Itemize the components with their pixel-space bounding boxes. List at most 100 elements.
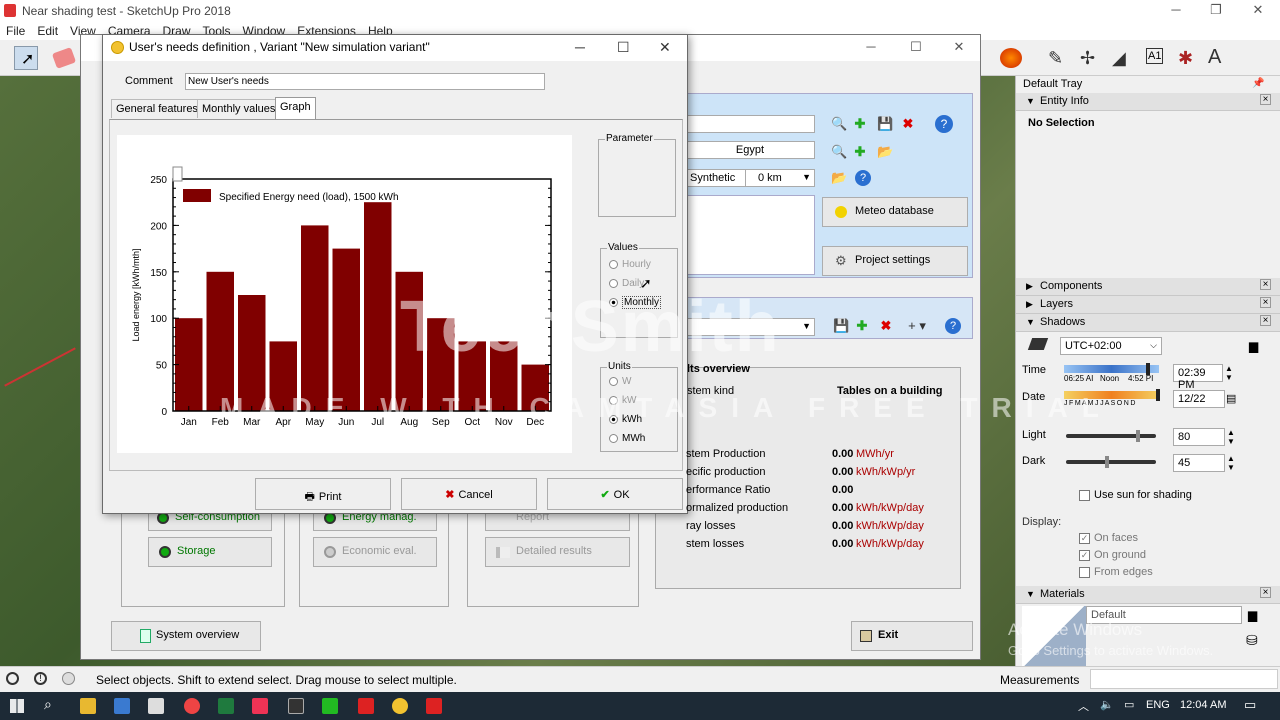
pv-close-button[interactable]: ✕ — [939, 39, 979, 57]
time-spinner[interactable]: ▲ ▼ — [1225, 364, 1233, 382]
economic-eval-button[interactable]: Economic eval. — [313, 537, 437, 567]
pv-minimize-button[interactable]: ─ — [851, 39, 891, 57]
notifications-icon[interactable]: ▭ — [1244, 697, 1256, 713]
app-icon[interactable] — [288, 698, 304, 714]
save-icon[interactable]: 💾 — [877, 117, 893, 131]
dialog-maximize-button[interactable]: ☐ — [617, 39, 630, 56]
restore-button[interactable]: ❐ — [1196, 2, 1236, 20]
dark-slider[interactable] — [1066, 456, 1156, 468]
text-tool-icon[interactable]: A1 — [1146, 48, 1164, 64]
layers-header[interactable]: ▶ Layers × — [1016, 296, 1280, 314]
windows-start-icon[interactable] — [10, 699, 24, 713]
dimension-icon[interactable]: ✢ — [1080, 48, 1095, 69]
detailed-results-button[interactable]: Detailed results — [485, 537, 630, 567]
calendar-icon[interactable]: ▤ — [1226, 392, 1236, 405]
tape-measure-icon[interactable]: ✎ — [1048, 48, 1063, 69]
chrome-icon[interactable] — [184, 698, 200, 714]
cancel-button[interactable]: ✖ Cancel — [401, 478, 537, 510]
timezone-select[interactable]: UTC+02:00 ⌵ — [1060, 337, 1162, 355]
help-icon[interactable]: ? — [935, 115, 953, 133]
project-name-field[interactable] — [685, 115, 815, 133]
storage-button[interactable]: Storage — [148, 537, 272, 567]
dark-field[interactable]: 45 — [1173, 454, 1225, 472]
eraser-tool-icon[interactable] — [51, 47, 77, 69]
close-button[interactable]: ✕ — [1238, 2, 1278, 20]
credits-icon[interactable]: ! — [34, 672, 47, 685]
dialog-minimize-button[interactable]: ─ — [575, 39, 585, 55]
dialog-close-button[interactable]: ✕ — [659, 39, 671, 56]
sketchup-taskbar-icon[interactable] — [358, 698, 374, 714]
light-spinner[interactable]: ▲ ▼ — [1227, 428, 1235, 446]
volume-icon[interactable]: 🔈 — [1100, 698, 1114, 711]
close-panel-icon[interactable]: × — [1260, 94, 1271, 105]
more-menu-icon[interactable]: + ▾ — [905, 319, 929, 333]
file-explorer-icon[interactable] — [80, 698, 96, 714]
from-edges-checkbox[interactable]: From edges — [1079, 566, 1153, 578]
pin-icon[interactable]: 📌 — [1252, 78, 1264, 89]
on-ground-checkbox[interactable]: ✓ On ground — [1079, 549, 1146, 561]
protractor-icon[interactable]: ◢ — [1112, 48, 1126, 69]
dark-slider-thumb[interactable] — [1104, 456, 1109, 468]
shadows-header[interactable]: ▼ Shadows × — [1016, 314, 1280, 332]
delete-icon[interactable]: ✖ — [879, 319, 893, 333]
search-icon[interactable]: 🔍 — [831, 117, 847, 131]
camtasia-icon[interactable] — [322, 698, 338, 714]
tab-monthly-values[interactable]: Monthly values — [197, 99, 281, 118]
search-icon[interactable]: ⌕ — [44, 696, 52, 713]
materials-header[interactable]: ▼ Materials × — [1016, 586, 1280, 604]
shadow-toggle-icon[interactable] — [1027, 338, 1049, 350]
entity-info-header[interactable]: ▼ Entity Info × — [1016, 93, 1280, 111]
mail-icon[interactable] — [148, 698, 164, 714]
radio-mwh[interactable]: MWh — [609, 433, 645, 444]
folder-icon[interactable]: 📂 — [877, 145, 893, 159]
select-tool-icon[interactable]: ➚ — [14, 46, 38, 70]
light-slider-thumb[interactable] — [1136, 430, 1140, 442]
pv-maximize-button[interactable]: ☐ — [896, 39, 936, 57]
ok-button[interactable]: ✔ OK — [547, 478, 683, 510]
user-account-icon[interactable] — [62, 672, 75, 685]
help-icon[interactable]: ? — [855, 170, 871, 186]
app-icon[interactable] — [252, 698, 268, 714]
language-indicator[interactable]: ENG — [1146, 699, 1170, 711]
radio-hourly[interactable]: Hourly — [609, 259, 651, 270]
country-field[interactable]: Egypt — [685, 141, 815, 159]
project-settings-button[interactable]: ⚙ Project settings — [822, 246, 968, 276]
date-slider-thumb[interactable] — [1156, 389, 1160, 401]
delete-icon[interactable]: ✖ — [901, 117, 915, 131]
tab-graph[interactable]: Graph — [275, 97, 316, 119]
light-slider[interactable] — [1066, 430, 1156, 442]
axes-tool-icon[interactable]: ✱ — [1178, 48, 1193, 69]
tab-general-features[interactable]: General features — [111, 99, 203, 118]
app-icon[interactable] — [426, 698, 442, 714]
add-icon[interactable]: ✚ — [853, 117, 867, 131]
use-sun-checkbox[interactable]: Use sun for shading — [1079, 489, 1192, 501]
excel-icon[interactable] — [218, 698, 234, 714]
system-overview-button[interactable]: System overview — [111, 621, 261, 651]
on-faces-checkbox[interactable]: ✓ On faces — [1079, 532, 1138, 544]
add-icon[interactable]: ✚ — [855, 319, 869, 333]
minimize-button[interactable]: ─ — [1156, 2, 1196, 20]
exit-button[interactable]: Exit — [851, 621, 973, 651]
print-button[interactable]: 🖶 Print — [255, 478, 391, 510]
components-header[interactable]: ▶ Components × — [1016, 278, 1280, 296]
search-icon[interactable]: 🔍 — [831, 145, 847, 159]
measurements-input[interactable] — [1090, 669, 1278, 689]
3d-text-icon[interactable]: A — [1208, 46, 1221, 69]
menu-item-file[interactable]: File — [0, 22, 31, 38]
ruby-icon[interactable] — [1000, 48, 1022, 68]
pvsyst-taskbar-icon[interactable] — [392, 698, 408, 714]
meteo-database-button[interactable]: Meteo database — [822, 197, 968, 227]
store-icon[interactable] — [114, 698, 130, 714]
add-icon[interactable]: ✚ — [853, 145, 867, 159]
paint-bucket-icon[interactable]: ⛁ — [1246, 632, 1258, 649]
taskbar-clock[interactable]: 12:04 AM — [1180, 699, 1226, 711]
distance-select[interactable]: 0 km ▼ — [745, 169, 815, 187]
save-icon[interactable]: 💾 — [833, 319, 849, 333]
tray-chevron-icon[interactable]: ︿ — [1078, 698, 1089, 714]
radio-w[interactable]: W — [609, 376, 631, 387]
comment-input[interactable]: New User's needs — [185, 73, 545, 90]
date-field[interactable]: 12/22 — [1173, 390, 1225, 408]
light-field[interactable]: 80 — [1173, 428, 1225, 446]
folder-icon[interactable]: 📂 — [831, 171, 847, 185]
time-field[interactable]: 02:39 PM — [1173, 364, 1223, 391]
